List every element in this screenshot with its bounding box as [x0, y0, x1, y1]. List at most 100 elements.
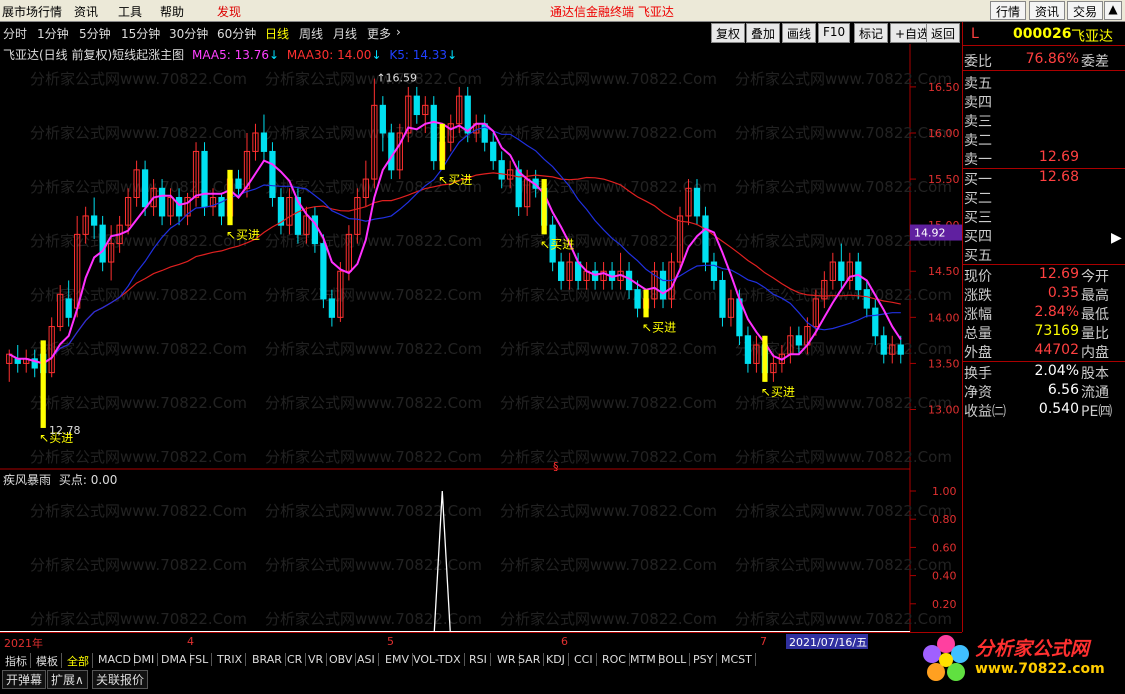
- sell3-row: 卖三: [964, 114, 992, 130]
- buy1-row: 买一 12.68: [964, 169, 1079, 188]
- time-label: 7: [760, 635, 767, 648]
- tab-30min[interactable]: 30分钟: [169, 25, 208, 42]
- weibi-row: 委比 76.86% 委差: [964, 51, 1109, 70]
- danmaku-button[interactable]: 开弹幕: [2, 670, 47, 689]
- indicator-tab[interactable]: FSL: [186, 653, 213, 666]
- collapse-icon[interactable]: ▲: [1104, 1, 1122, 20]
- stat-row-eps: 收益㈡ 0.540 PE㈣: [964, 401, 1113, 420]
- trade-button[interactable]: 交易: [1067, 1, 1104, 20]
- svg-text:↖买进: ↖买进: [761, 385, 795, 399]
- sub-tick: 0.40: [932, 570, 957, 583]
- stat-row-turnover: 换手 2.04% 股本: [964, 363, 1109, 382]
- price-tick: 13.50: [928, 357, 960, 370]
- panel-arrow-icon[interactable]: ▶: [1111, 230, 1122, 246]
- site-logo: 分析家公式网 www.70822.com: [918, 630, 1118, 690]
- flower-logo-icon: [923, 635, 969, 681]
- indicator-tab[interactable]: 全部: [64, 653, 93, 669]
- arrow-down-icon: ↓: [371, 48, 382, 62]
- sell4-row: 卖四: [964, 95, 992, 111]
- stat-row-price: 现价 12.69 今开: [964, 266, 1109, 285]
- quote-panel: L 000026 飞亚达 委比 76.86% 委差 卖五 卖四 卖三 卖二 卖一…: [962, 22, 1125, 632]
- watermark: 分析家公式网www.70822.Com: [30, 610, 247, 628]
- indicator-tab[interactable]: BRAR: [249, 653, 286, 666]
- watermark: 分析家公式网www.70822.Com: [500, 448, 717, 466]
- tab-60min[interactable]: 60分钟: [217, 25, 256, 42]
- chart-area[interactable]: 分析家公式网www.70822.Com 分析家公式网www.70822.Com 分析…: [0, 44, 962, 633]
- indicator-tab[interactable]: DMI: [130, 653, 159, 666]
- watermark: 分析家公式网www.70822.Com: [735, 448, 952, 466]
- stat-row-outer: 外盘 44702 内盘: [964, 342, 1109, 361]
- menu-tools[interactable]: 工具: [118, 3, 142, 20]
- indicator-tab[interactable]: 模板: [33, 653, 62, 669]
- watermark: 分析家公式网www.70822.Com: [265, 286, 482, 304]
- news-button[interactable]: 资讯: [1029, 1, 1066, 20]
- indicator-tab[interactable]: BOLL: [655, 653, 691, 666]
- adjust-button[interactable]: 复权: [711, 23, 746, 43]
- indicator-tab[interactable]: KDJ: [543, 653, 569, 666]
- indicator-tab[interactable]: PSY: [690, 653, 718, 666]
- tab-monthly[interactable]: 月线: [333, 25, 357, 42]
- tab-5min[interactable]: 5分钟: [79, 25, 111, 42]
- svg-text:↖买进: ↖买进: [642, 320, 676, 334]
- svg-text:↑16.59: ↑16.59: [376, 72, 417, 85]
- legend-ma5: MAA5: 13.76: [192, 48, 269, 62]
- overlay-button[interactable]: 叠加: [746, 23, 781, 43]
- watermark: 分析家公式网www.70822.Com: [30, 394, 247, 412]
- menu-market[interactable]: 展市场行情: [2, 3, 62, 20]
- indicator-tab[interactable]: ASI: [354, 653, 379, 666]
- menu-help[interactable]: 帮助: [160, 3, 184, 20]
- indicator-tab[interactable]: TRIX: [214, 653, 247, 666]
- kline-chart[interactable]: 分析家公式网www.70822.Com 分析家公式网www.70822.Com 分析…: [0, 44, 962, 633]
- linked-quote-button[interactable]: 关联报价: [92, 670, 149, 689]
- indicator-tab[interactable]: EMV: [382, 653, 413, 666]
- draw-button[interactable]: 画线: [782, 23, 817, 43]
- stat-row-nav: 净资 6.56 流通: [964, 382, 1109, 401]
- chart-title: 飞亚达(日线 前复权)短线起涨主图: [3, 48, 185, 62]
- stock-code: 000026: [1013, 26, 1072, 42]
- price-tick: 14.00: [928, 311, 960, 324]
- legend-ma30: MAA30: 14.00: [286, 48, 372, 62]
- indicator-tab[interactable]: RSI: [466, 653, 491, 666]
- back-button[interactable]: 返回: [926, 23, 961, 43]
- indicator-tab[interactable]: MACD: [95, 653, 135, 666]
- tab-intraday[interactable]: 分时: [3, 25, 27, 42]
- quote-button[interactable]: 行情: [990, 1, 1027, 20]
- tab-more[interactable]: 更多: [367, 25, 391, 42]
- sub-chart-title: 疾风暴雨: [3, 473, 52, 487]
- watermark: 分析家公式网www.70822.Com: [265, 556, 482, 574]
- tab-weekly[interactable]: 周线: [299, 25, 323, 42]
- indicator-tab[interactable]: CCI: [571, 653, 597, 666]
- window-title: 通达信金融终端 飞亚达: [550, 5, 674, 19]
- indicator-tab[interactable]: CR: [284, 653, 307, 666]
- menu-bar: 展市场行情 资讯 工具 帮助 发现 通达信金融终端 飞亚达 行情 资讯 交易 ▲: [0, 0, 1125, 22]
- indicator-tab[interactable]: SAR: [515, 653, 545, 666]
- menu-discover[interactable]: 发现: [217, 3, 241, 20]
- f10-button[interactable]: F10: [818, 23, 851, 43]
- tab-15min[interactable]: 15分钟: [121, 25, 160, 42]
- indicator-tab[interactable]: VOL-TDX: [410, 653, 465, 666]
- sell2-row: 卖二: [964, 133, 992, 149]
- sub-chart-header: 疾风暴雨 买点: 0.00: [3, 471, 117, 488]
- tab-1min[interactable]: 1分钟: [37, 25, 69, 42]
- expand-button[interactable]: 扩展∧: [47, 670, 88, 689]
- watermark: 分析家公式网www.70822.Com: [735, 610, 952, 628]
- mark-button[interactable]: 标记: [854, 23, 889, 43]
- stat-row-pct: 涨幅 2.84% 最低: [964, 304, 1109, 323]
- buy3-row: 买三: [964, 210, 992, 226]
- tab-daily[interactable]: 日线: [265, 25, 289, 42]
- buy2-row: 买二: [964, 191, 992, 207]
- watermark: 分析家公式网www.70822.Com: [30, 556, 247, 574]
- divider-marker-icon: §: [553, 460, 559, 473]
- watermark: 分析家公式网www.70822.Com: [500, 502, 717, 520]
- watermark: 分析家公式网www.70822.Com: [500, 124, 717, 142]
- menu-news[interactable]: 资讯: [74, 3, 98, 20]
- watermark: 分析家公式网www.70822.Com: [500, 556, 717, 574]
- market-flag: L: [971, 26, 979, 42]
- indicator-tab[interactable]: OBV: [326, 653, 357, 666]
- chevron-right-icon[interactable]: ›: [396, 25, 401, 39]
- indicator-tab[interactable]: ROC: [599, 653, 630, 666]
- watermark: 分析家公式网www.70822.Com: [265, 340, 482, 358]
- indicator-tab[interactable]: 指标: [2, 653, 31, 669]
- indicator-tab[interactable]: VR: [305, 653, 328, 666]
- indicator-tab[interactable]: MCST: [718, 653, 756, 666]
